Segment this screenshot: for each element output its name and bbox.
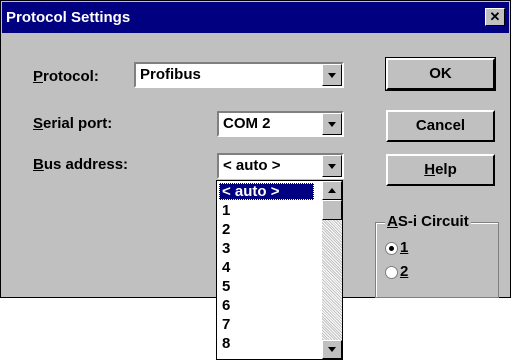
serial-port-dropdown-button[interactable] [322, 113, 342, 135]
dropdown-scrollbar[interactable] [322, 181, 342, 359]
chevron-up-icon [328, 188, 336, 193]
chevron-down-icon [328, 164, 336, 169]
chevron-down-icon [328, 73, 336, 78]
radio-unchecked-icon[interactable] [385, 265, 398, 279]
list-item[interactable]: 4 [219, 259, 230, 276]
close-button[interactable]: ✕ [485, 8, 505, 26]
close-icon: ✕ [489, 9, 501, 24]
help-button[interactable]: Help [386, 154, 495, 186]
protocol-label: Protocol: [33, 68, 99, 85]
scrollbar-thumb[interactable] [322, 200, 342, 220]
bus-address-value: < auto > [223, 157, 281, 174]
protocol-value: Profibus [140, 66, 201, 83]
cancel-button[interactable]: Cancel [386, 110, 495, 142]
serial-port-label: Serial port: [33, 115, 113, 132]
scroll-up-button[interactable] [322, 181, 342, 200]
scroll-down-button[interactable] [322, 340, 342, 359]
window-title: Protocol Settings [6, 9, 131, 26]
ok-button[interactable]: OK [385, 57, 496, 91]
chevron-down-icon [328, 347, 336, 352]
list-item[interactable]: < auto > [219, 183, 314, 200]
list-item[interactable]: 7 [219, 316, 230, 333]
bus-address-dropdown-list[interactable]: < auto > 1 2 3 4 5 6 7 8 [216, 180, 343, 360]
title-bar[interactable]: Protocol Settings ✕ [2, 2, 509, 33]
list-item[interactable]: 8 [219, 335, 230, 352]
bus-address-combobox[interactable]: < auto > [217, 153, 344, 179]
list-item[interactable]: 3 [219, 240, 230, 257]
serial-port-combobox[interactable]: COM 2 [217, 111, 344, 137]
list-item[interactable]: 1 [219, 202, 230, 219]
bus-address-dropdown-button[interactable] [322, 155, 342, 177]
bus-address-label: Bus address: [33, 156, 129, 173]
as-i-circuit-option-2[interactable]: 2 [385, 263, 408, 280]
radio-checked-icon[interactable] [385, 241, 398, 255]
as-i-circuit-group [375, 222, 499, 298]
chevron-down-icon [328, 122, 336, 127]
protocol-dropdown-button[interactable] [322, 64, 342, 86]
protocol-combobox[interactable]: Profibus [134, 62, 344, 88]
list-item[interactable]: 6 [219, 297, 230, 314]
as-i-circuit-title: AS-i Circuit [385, 213, 471, 230]
list-item[interactable]: 5 [219, 278, 230, 295]
as-i-circuit-option-1[interactable]: 1 [385, 239, 408, 256]
list-item[interactable]: 2 [219, 221, 230, 238]
serial-port-value: COM 2 [223, 115, 271, 132]
